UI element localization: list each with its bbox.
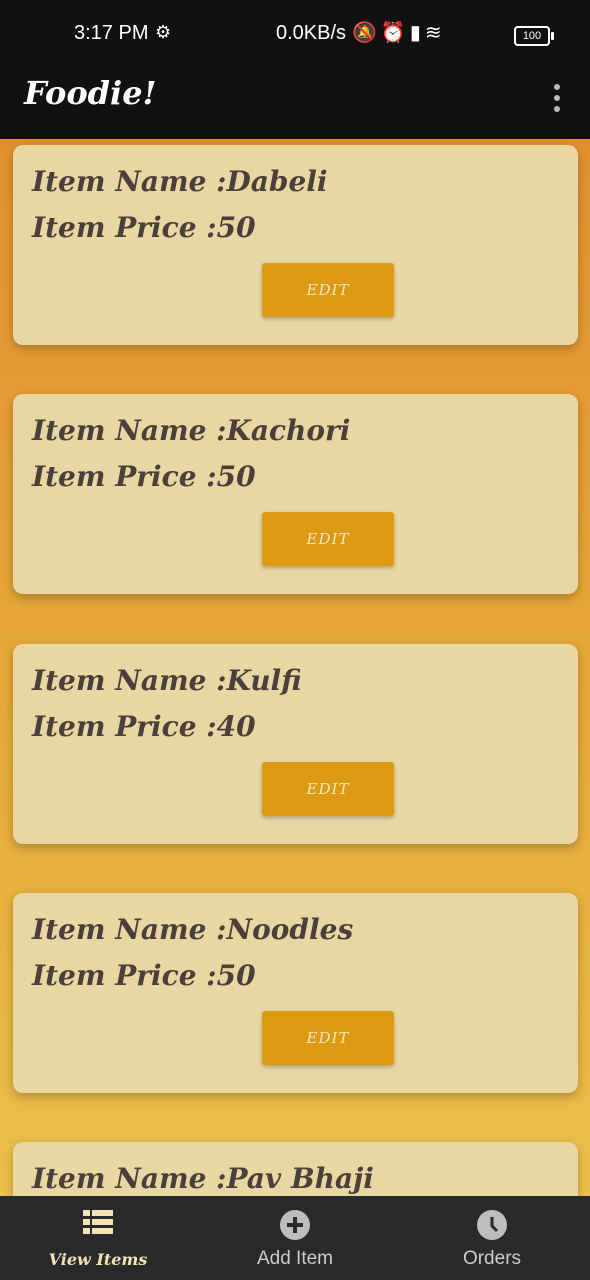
edit-button[interactable]: EDIT [262, 762, 394, 816]
item-card: Item Name :Noodles Item Price :50 EDIT [13, 893, 578, 1093]
bottom-navigation: View Items Add Item Orders [0, 1196, 590, 1280]
item-name: Item Name :Noodles [32, 913, 354, 946]
app-bar: Foodie! [0, 68, 590, 139]
nav-label: Add Item [256, 1248, 334, 1269]
edit-button[interactable]: EDIT [262, 263, 394, 317]
nav-label: View Items [48, 1250, 148, 1269]
item-list[interactable]: Item Name :Dabeli Item Price :50 EDIT It… [0, 139, 590, 1196]
overflow-menu-icon[interactable] [550, 84, 564, 112]
status-bar: 3:17 PM ⚙ 0.0KB/s 🔕⏰▮≋ 100 [0, 0, 590, 68]
status-icons: 🔕⏰▮≋ [352, 20, 446, 45]
signal-icon: ▮ [409, 22, 425, 44]
clock-icon [477, 1210, 507, 1245]
settings-gear-icon: ⚙ [155, 22, 172, 42]
item-name: Item Name :Pav Bhaji [32, 1162, 374, 1195]
item-name: Item Name :Kachori [32, 414, 351, 447]
item-price: Item Price :50 [32, 959, 256, 992]
item-card: Item Name :Kulfi Item Price :40 EDIT [13, 644, 578, 844]
item-price: Item Price :50 [32, 211, 256, 244]
item-price: Item Price :40 [32, 710, 256, 743]
status-time: 3:17 PM [74, 22, 149, 44]
item-card: Item Name :Dabeli Item Price :50 EDIT [13, 145, 578, 345]
battery-icon: 100 [514, 26, 554, 46]
nav-view-items[interactable]: View Items [0, 1196, 196, 1280]
wifi-icon: ≋ [424, 22, 446, 44]
app-title: Foodie! [24, 74, 157, 112]
add-circle-icon [280, 1210, 310, 1245]
item-card: Item Name :Pav Bhaji [13, 1142, 578, 1196]
edit-button[interactable]: EDIT [262, 512, 394, 566]
item-name: Item Name :Kulfi [32, 664, 302, 697]
nav-add-item[interactable]: Add Item [197, 1196, 393, 1280]
nav-label: Orders [462, 1248, 522, 1269]
alarm-icon: ⏰ [380, 22, 410, 44]
item-card: Item Name :Kachori Item Price :50 EDIT [13, 394, 578, 594]
item-name: Item Name :Dabeli [32, 165, 328, 198]
list-icon [83, 1210, 113, 1239]
item-price: Item Price :50 [32, 460, 256, 493]
nav-orders[interactable]: Orders [394, 1196, 590, 1280]
mute-notification-icon: 🔕 [352, 22, 381, 44]
edit-button[interactable]: EDIT [262, 1011, 394, 1065]
network-speed: 0.0KB/s [276, 22, 347, 44]
